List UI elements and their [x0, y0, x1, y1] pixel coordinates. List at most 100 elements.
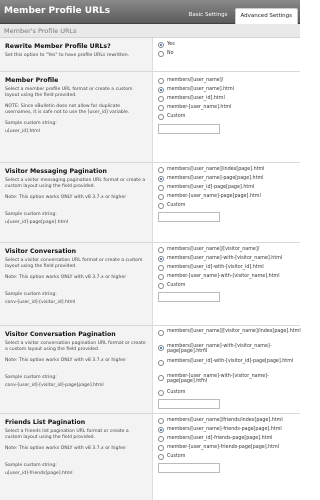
radio-button[interactable] — [158, 454, 164, 460]
custom-format-input[interactable] — [158, 399, 220, 409]
radio-button[interactable] — [158, 274, 164, 280]
sample-label: Sample custom string: — [5, 375, 57, 380]
radio-option[interactable]: members/[user_id]-with-[visitor_id].html — [158, 264, 264, 272]
radio-option[interactable]: members/[user_id]-page[page].html — [158, 184, 254, 192]
option-label: members/[user_id].html — [167, 96, 225, 102]
radio-button[interactable] — [158, 256, 164, 262]
radio-button[interactable] — [158, 345, 164, 351]
radio-option[interactable]: member-[user_name]-with-[visitor_name]-p… — [158, 374, 300, 388]
radio-option[interactable]: members/[user_name]/friends/index[page].… — [158, 417, 283, 425]
section-description: Select a visitor conversation pagination… — [5, 341, 146, 353]
radio-option-custom[interactable]: Custom — [158, 389, 185, 397]
option-label: members/[user_name]-page[page].html — [167, 176, 264, 182]
radio-option[interactable]: members/[user_name]/ — [158, 77, 223, 85]
section-description: Select a friends list pagination URL for… — [5, 429, 129, 441]
section-note: Note: This option works ONLY with v8 3.7… — [5, 358, 127, 363]
radio-option-custom[interactable]: Custom — [158, 202, 185, 210]
custom-format-input[interactable] — [158, 463, 220, 473]
radio-button[interactable] — [158, 51, 164, 57]
sample-string: u[user_id]-page[page].html — [5, 220, 69, 225]
radio-button[interactable] — [158, 445, 164, 451]
radio-option[interactable]: members/[user_id].html — [158, 95, 225, 103]
radio-option-custom[interactable]: Custom — [158, 282, 185, 290]
settings-tabs: Basic Settings Advanced Settings — [184, 8, 298, 24]
radio-option[interactable]: members/[user_name]-friends-page[page].h… — [158, 426, 282, 434]
radio-option[interactable]: member-[user_name].html — [158, 104, 231, 112]
sample-label: Sample custom string: — [5, 463, 57, 468]
radio-button[interactable] — [158, 42, 164, 48]
radio-button[interactable] — [158, 436, 164, 442]
section-label-column: Member Profile Select a member profile U… — [0, 72, 152, 162]
radio-option[interactable]: member-[user_name]-friends-page[page].ht… — [158, 444, 279, 452]
radio-option[interactable]: members/[user_name]-with-[visitor_name].… — [158, 255, 282, 263]
radio-button[interactable] — [158, 185, 164, 191]
section-note: Note: This option works ONLY with v8 3.7… — [5, 446, 127, 451]
radio-option[interactable]: members/[user_name]/[visitor_name]/index… — [158, 329, 301, 343]
radio-button[interactable] — [158, 360, 164, 366]
section-title: Visitor Messaging Pagination — [5, 168, 107, 175]
radio-button[interactable] — [158, 78, 164, 84]
section-description: Set this option to "Yes" to have profile… — [5, 53, 130, 58]
section-options-column: members/[user_name]/index[page].html mem… — [152, 163, 300, 242]
radio-button[interactable] — [158, 96, 164, 102]
radio-option-custom[interactable]: Custom — [158, 453, 185, 461]
radio-option[interactable]: members/[user_name]-with-[visitor_name]-… — [158, 344, 300, 358]
custom-format-input[interactable] — [158, 212, 220, 222]
radio-option[interactable]: members/[user_id]-with-[visitor_id]-page… — [158, 359, 293, 373]
page-title: Member Profile URLs — [4, 6, 111, 16]
section-visitor-conversation-pagination: Visitor Conversation Pagination Select a… — [0, 326, 301, 414]
option-label: member-[user_name]-with-[visitor_name]-p… — [167, 374, 269, 385]
radio-button[interactable] — [158, 330, 164, 336]
sample-string: conv-[user_id]-[visitor_id]-page[page].h… — [5, 383, 104, 388]
radio-option[interactable]: member-[user_name]-page[page].html — [158, 193, 261, 201]
radio-button[interactable] — [158, 265, 164, 271]
section-member-profile: Member Profile Select a member profile U… — [0, 72, 300, 163]
option-label: Custom — [167, 454, 186, 460]
option-label: member-[user_name]-with-[visitor_name].h… — [167, 274, 280, 280]
tab-basic-settings[interactable]: Basic Settings — [184, 8, 233, 24]
radio-option-custom[interactable]: Custom — [158, 113, 185, 121]
radio-button[interactable] — [158, 418, 164, 424]
section-title: Member Profile — [5, 77, 59, 84]
section-description: Select a visitor messaging pagination UR… — [5, 178, 146, 190]
radio-button[interactable] — [158, 194, 164, 200]
radio-button[interactable] — [158, 176, 164, 182]
option-label: members/[user_id]-page[page].html — [167, 185, 255, 191]
section-options-column: members/[user_name]/ members/[user_name]… — [152, 72, 300, 162]
section-label-column: Friends List Pagination Select a friends… — [0, 414, 152, 500]
radio-option[interactable]: members/[user_id]-friends-page[page].htm… — [158, 435, 273, 443]
radio-button[interactable] — [158, 283, 164, 289]
section-note: Note: This option works ONLY with v8 3.7… — [5, 195, 127, 200]
custom-format-input[interactable] — [158, 124, 220, 134]
option-label: members/[user_name]/[visitor_name]/index… — [167, 329, 301, 334]
section-options-column: Yes No — [152, 38, 300, 71]
radio-option-yes[interactable]: Yes — [158, 41, 175, 49]
radio-button[interactable] — [158, 114, 164, 120]
radio-button[interactable] — [158, 247, 164, 253]
radio-button[interactable] — [158, 427, 164, 433]
radio-option[interactable]: members/[user_name]-page[page].html — [158, 175, 263, 183]
radio-button[interactable] — [158, 375, 164, 381]
sample-label: Sample custom string: — [5, 121, 57, 126]
option-label: Custom — [167, 390, 186, 396]
radio-option-no[interactable]: No — [158, 50, 174, 58]
section-visitor-conversation: Visitor Conversation Select a visitor co… — [0, 243, 300, 326]
radio-button[interactable] — [158, 167, 164, 173]
radio-option[interactable]: members/[user_name]/[visitor_name]/ — [158, 246, 259, 254]
section-description: Select a member profile URL format or cr… — [5, 87, 133, 99]
section-options-column: members/[user_name]/[visitor_name]/ memb… — [152, 243, 300, 325]
option-label: Custom — [167, 114, 186, 120]
radio-button[interactable] — [158, 87, 164, 93]
option-label: members/[user_id]-with-[visitor_id].html — [167, 265, 264, 271]
option-label: Custom — [167, 283, 186, 289]
tab-advanced-settings[interactable]: Advanced Settings — [234, 8, 298, 24]
radio-button[interactable] — [158, 105, 164, 111]
radio-button[interactable] — [158, 203, 164, 209]
radio-button[interactable] — [158, 390, 164, 396]
radio-option[interactable]: member-[user_name]-with-[visitor_name].h… — [158, 273, 280, 281]
radio-option[interactable]: members/[user_name].html — [158, 86, 234, 94]
section-label-column: Visitor Messaging Pagination Select a vi… — [0, 163, 152, 242]
section-note: Note: This option works ONLY with v8 3.7… — [5, 275, 127, 280]
radio-option[interactable]: members/[user_name]/index[page].html — [158, 166, 265, 174]
custom-format-input[interactable] — [158, 292, 220, 302]
